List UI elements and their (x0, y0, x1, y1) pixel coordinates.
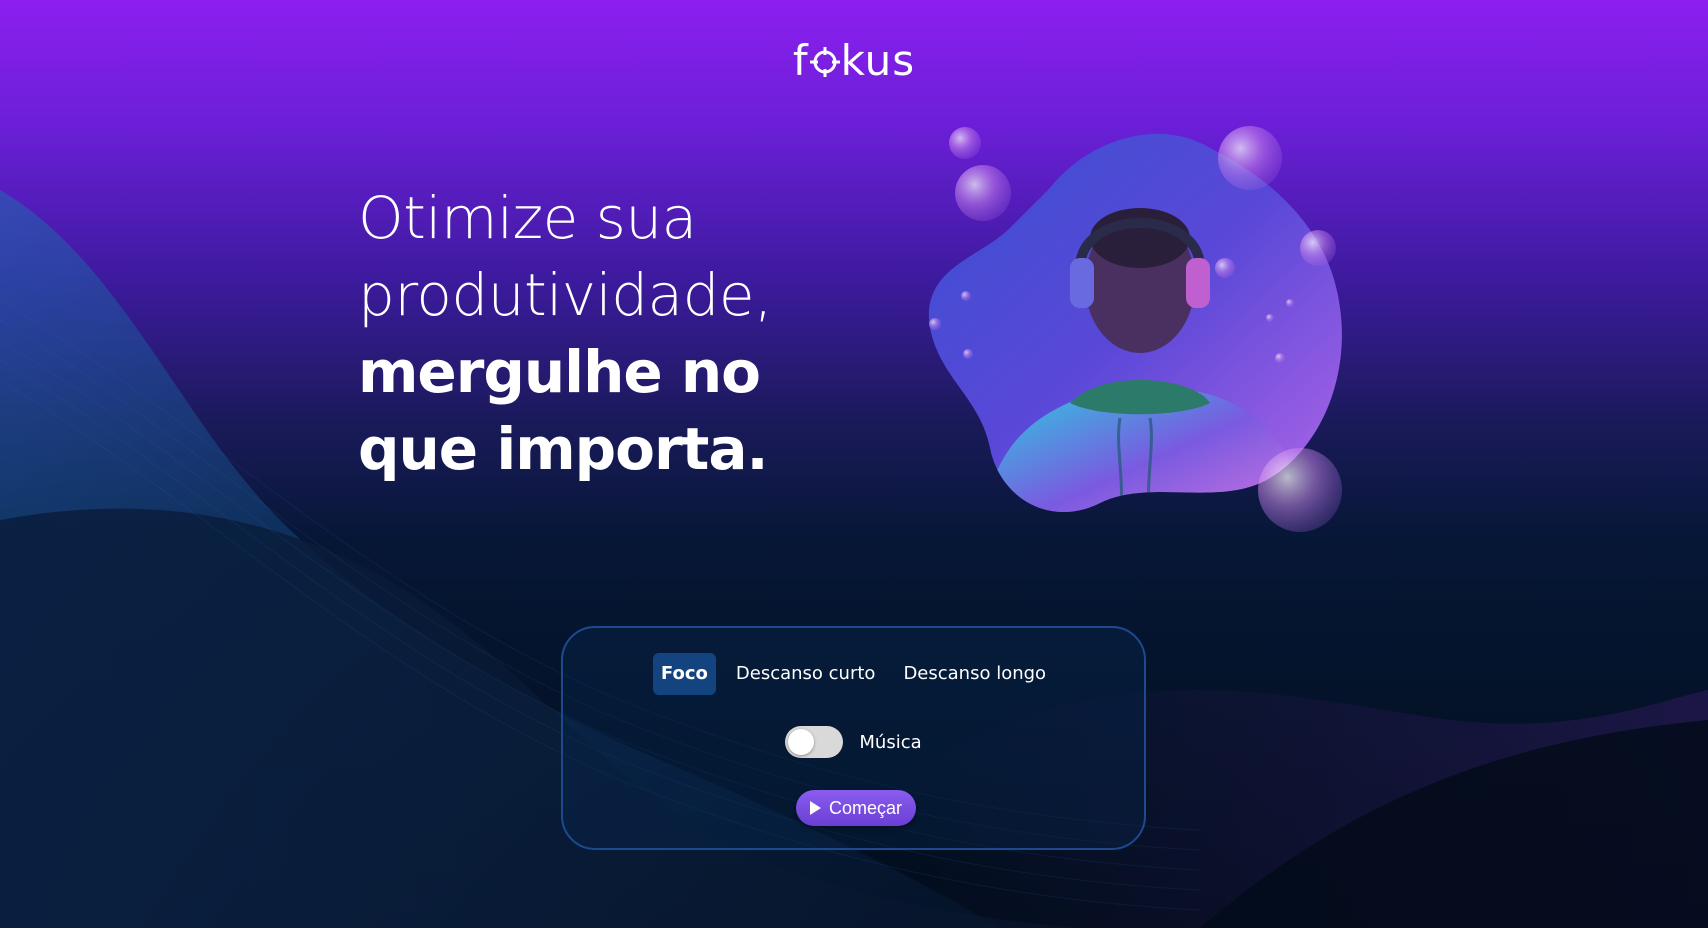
crosshair-icon (809, 38, 840, 77)
logo[interactable]: f kus (0, 36, 1708, 85)
tab-descanso-longo[interactable]: Descanso longo (895, 653, 1054, 695)
mode-tabs: Foco Descanso curto Descanso longo (563, 653, 1144, 695)
start-button-label: Começar (828, 797, 903, 818)
tab-foco[interactable]: Foco (652, 653, 716, 695)
hero-headline: Otimize sua produtividade, mergulhe no q… (358, 180, 878, 488)
music-row: Música (563, 726, 1144, 758)
logo-text-suffix: kus (840, 36, 916, 85)
music-toggle[interactable] (785, 726, 844, 758)
headline-line-2: produtividade, (358, 261, 773, 329)
headline-line-1: Otimize sua (358, 184, 697, 252)
tab-descanso-curto[interactable]: Descanso curto (728, 653, 884, 695)
start-button[interactable]: Começar (796, 790, 916, 826)
timer-card: Foco Descanso curto Descanso longo Músic… (561, 626, 1146, 850)
logo-text-prefix: f (792, 36, 809, 85)
hero-illustration (928, 126, 1342, 532)
toggle-knob (788, 729, 815, 755)
headline-line-3: mergulhe no (358, 338, 761, 406)
music-label: Música (859, 731, 922, 753)
headline-line-4: que importa. (358, 415, 769, 483)
play-icon (809, 801, 821, 815)
